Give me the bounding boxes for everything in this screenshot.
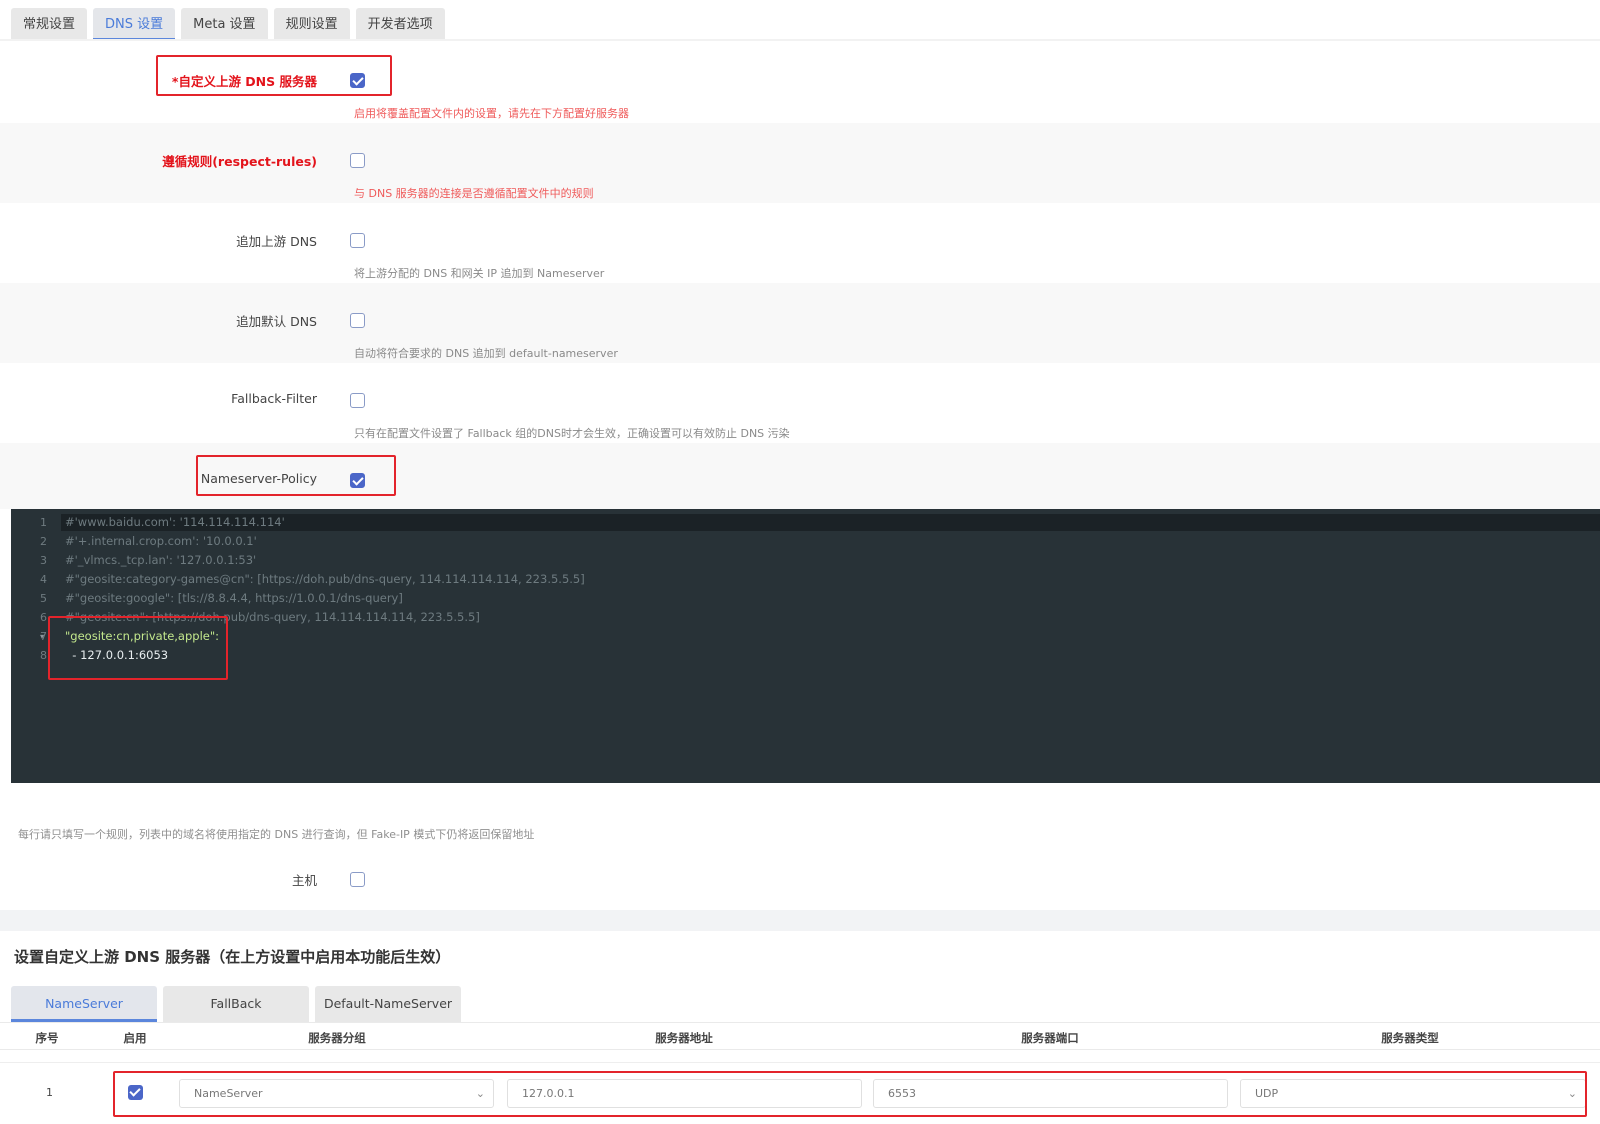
setting-label: 追加默认 DNS: [236, 314, 317, 329]
tab-dns[interactable]: DNS 设置: [93, 8, 176, 41]
setting-append-upstream-dns: 追加上游 DNS 将上游分配的 DNS 和网关 IP 追加到 Nameserve…: [0, 203, 1600, 283]
active-line-highlight: [61, 514, 1600, 531]
row-index: 1: [46, 1086, 53, 1099]
setting-description: 将上游分配的 DNS 和网关 IP 追加到 Nameserver: [354, 267, 605, 280]
section-divider: [0, 910, 1600, 931]
line-number: 5: [40, 592, 47, 605]
highlight-box: [196, 455, 396, 496]
line-number: 6: [40, 611, 47, 624]
code-line: #"geosite:category-games@cn": [https://d…: [65, 572, 585, 586]
respect-rules-checkbox[interactable]: [350, 153, 365, 168]
column-header: 启用: [123, 1031, 147, 1045]
append-upstream-dns-checkbox[interactable]: [350, 233, 365, 248]
section-title: 设置自定义上游 DNS 服务器（在上方设置中启用本功能后生效）: [14, 948, 451, 966]
code-line: #'+.internal.crop.com': '10.0.0.1': [65, 534, 257, 548]
line-number: 1: [40, 516, 47, 529]
line-number: 8: [40, 649, 47, 662]
tab-rules[interactable]: 规则设置: [273, 8, 350, 41]
fold-toggle-icon[interactable]: ▾: [40, 632, 44, 641]
column-header: 服务器分组: [308, 1031, 366, 1045]
code-line: #'_vlmcs._tcp.lan': '127.0.0.1:53': [65, 553, 257, 567]
server-tab-bar: NameServer FallBack Default-NameServer: [11, 986, 461, 1022]
setting-description: 启用将覆盖配置文件内的设置，请先在下方配置好服务器: [354, 107, 629, 120]
setting-respect-rules: 遵循规则(respect-rules) 与 DNS 服务器的连接是否遵循配置文件…: [0, 123, 1600, 203]
tab-meta[interactable]: Meta 设置: [181, 8, 268, 41]
setting-fallback-filter: Fallback-Filter 只有在配置文件设置了 Fallback 组的DN…: [0, 363, 1600, 443]
table-header: 序号 启用 服务器分组 服务器地址 服务器端口 服务器类型: [0, 1022, 1600, 1050]
column-header: 服务器端口: [1021, 1031, 1079, 1045]
setting-label: 追加上游 DNS: [236, 234, 317, 249]
tab-default-nameserver[interactable]: Default-NameServer: [315, 986, 461, 1022]
top-tab-bar: 常规设置 DNS 设置 Meta 设置 规则设置 开发者选项: [11, 8, 445, 42]
nameserver-policy-editor[interactable]: 1 2 3 4 5 6 7 ▾ 8 #'www.baidu.com': '114…: [11, 509, 1600, 783]
code-line: #'www.baidu.com': '114.114.114.114': [65, 515, 285, 529]
column-header: 序号: [35, 1031, 59, 1045]
line-number: 3: [40, 554, 47, 567]
nameserver-policy-hint: 每行请只填写一个规则，列表中的域名将使用指定的 DNS 进行查询，但 Fake-…: [18, 828, 535, 841]
line-number: 4: [40, 573, 47, 586]
code-line: #"geosite:google": [tls://8.8.4.4, https…: [65, 591, 403, 605]
highlight-box: [113, 1071, 1587, 1117]
highlight-box: [48, 616, 228, 680]
fallback-filter-checkbox[interactable]: [350, 393, 365, 408]
tab-developer[interactable]: 开发者选项: [355, 8, 445, 41]
tab-nameserver[interactable]: NameServer: [11, 986, 157, 1022]
column-header: 服务器类型: [1381, 1031, 1439, 1045]
setting-label: Fallback-Filter: [231, 391, 317, 406]
host-checkbox[interactable]: [350, 872, 365, 887]
setting-description: 自动将符合要求的 DNS 追加到 default-nameserver: [354, 347, 618, 360]
setting-description: 与 DNS 服务器的连接是否遵循配置文件中的规则: [354, 187, 594, 200]
setting-label: 遵循规则(respect-rules): [162, 154, 317, 169]
setting-host: 主机: [0, 846, 1600, 910]
line-number: 2: [40, 535, 47, 548]
setting-append-default-dns: 追加默认 DNS 自动将符合要求的 DNS 追加到 default-namese…: [0, 283, 1600, 363]
tabs-divider: [0, 39, 1600, 41]
tab-fallback[interactable]: FallBack: [163, 986, 309, 1022]
setting-label: 主机: [291, 873, 317, 888]
setting-description: 只有在配置文件设置了 Fallback 组的DNS时才会生效，正确设置可以有效防…: [354, 427, 790, 440]
append-default-dns-checkbox[interactable]: [350, 313, 365, 328]
highlight-box: [156, 55, 392, 96]
tab-general[interactable]: 常规设置: [11, 8, 88, 41]
column-header: 服务器地址: [655, 1031, 713, 1045]
